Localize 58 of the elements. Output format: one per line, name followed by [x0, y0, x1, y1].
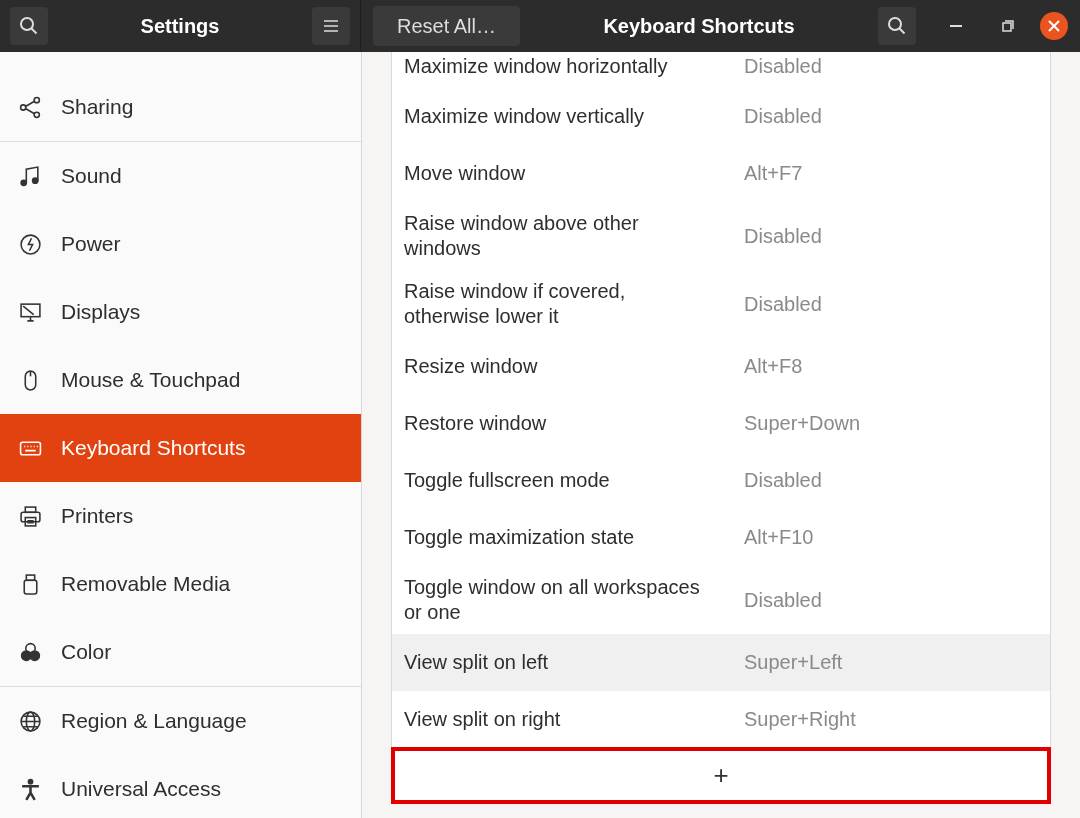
shortcut-name: Resize window	[404, 354, 539, 379]
shortcut-keys: Disabled	[744, 223, 822, 249]
shortcut-row[interactable]: View split on left Super+Left	[392, 634, 1050, 691]
shortcut-keys: Disabled	[744, 468, 822, 493]
shortcut-keys: Super+Down	[744, 411, 861, 436]
shortcut-keys: Disabled	[744, 587, 822, 613]
shortcut-name: Raise window if covered, otherwise lower it	[404, 279, 627, 329]
search-icon	[887, 16, 907, 36]
sidebar-item[interactable]: Printers	[0, 482, 361, 550]
power-icon	[19, 232, 42, 256]
shortcut-keys: Super+Right	[744, 707, 856, 732]
sidebar-item[interactable]: Displays	[0, 278, 361, 346]
shortcut-name: Toggle maximization state	[404, 525, 636, 550]
restore-icon	[1002, 20, 1014, 32]
reset-all-button[interactable]: Reset All…	[373, 6, 520, 46]
sidebar-item[interactable]: Sharing	[0, 52, 361, 141]
shortcut-name: Maximize window vertically	[404, 104, 646, 129]
music-note-icon	[19, 164, 42, 188]
search-button[interactable]	[878, 7, 916, 45]
shortcut-keys: Disabled	[744, 291, 822, 317]
search-icon	[19, 16, 39, 36]
sidebar-item[interactable]: Universal Access	[0, 755, 361, 818]
sidebar-item[interactable]: Color	[0, 618, 361, 686]
menu-button[interactable]	[312, 7, 350, 45]
sidebar-item[interactable]: Region & Language	[0, 687, 361, 755]
share-icon	[19, 95, 42, 119]
shortcut-keys: Disabled	[744, 54, 822, 79]
shortcut-keys: Disabled	[744, 104, 822, 129]
shortcut-name: Maximize window horizontally	[404, 54, 669, 79]
shortcut-keys: Alt+F7	[744, 161, 803, 186]
shortcut-name: Toggle fullscreen mode	[404, 468, 611, 493]
menu-icon	[323, 19, 339, 33]
sidebar-item[interactable]: Removable Media	[0, 550, 361, 618]
window-title: Settings	[139, 14, 221, 39]
shortcut-keys: Super+Left	[744, 650, 843, 675]
sidebar-item[interactable]: Sound	[0, 142, 361, 210]
close-icon	[1048, 20, 1060, 32]
color-circles-icon	[19, 640, 42, 664]
shortcut-name: View split on left	[404, 650, 550, 675]
display-icon	[19, 300, 42, 324]
sidebar-item[interactable]: Keyboard Shortcuts	[0, 414, 361, 482]
sidebar-item[interactable]: Power	[0, 210, 361, 278]
sidebar-item[interactable]: Mouse & Touchpad	[0, 346, 361, 414]
shortcut-name: Move window	[404, 161, 527, 186]
shortcut-name: Toggle window on all workspaces or one	[404, 575, 701, 625]
panel-title: Keyboard Shortcuts	[602, 14, 796, 39]
shortcut-name: View split on right	[404, 707, 562, 732]
printer-icon	[19, 504, 42, 528]
shortcut-keys: Alt+F10	[744, 525, 814, 550]
shortcut-keys: Alt+F8	[744, 354, 803, 379]
shortcut-name: Restore window	[404, 411, 548, 436]
person-icon	[19, 777, 42, 801]
add-shortcut-button[interactable]: +	[391, 747, 1051, 804]
minimize-icon	[950, 24, 962, 28]
search-button[interactable]	[10, 7, 48, 45]
shortcut-name: Raise window above other windows	[404, 211, 640, 261]
globe-icon	[19, 709, 42, 733]
close-button[interactable]	[1040, 12, 1068, 40]
